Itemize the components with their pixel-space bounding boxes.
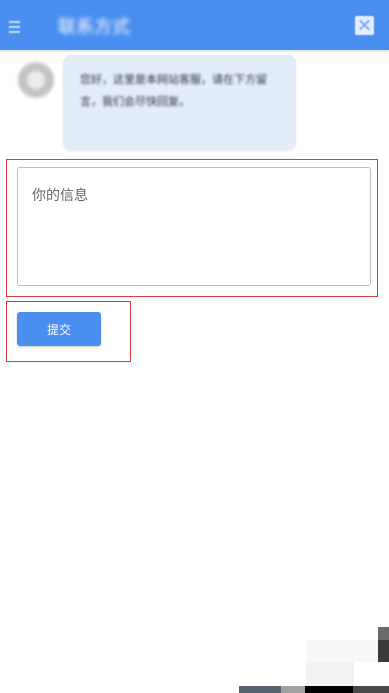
header-title: 联系方式 (58, 17, 130, 38)
app-header: 联系方式 (0, 0, 389, 50)
message-field[interactable] (17, 167, 371, 286)
close-icon[interactable] (355, 16, 374, 35)
menu-icon[interactable] (9, 21, 20, 33)
chat-bubble: 您好，这里是本网站客服，请在下方留言，我们会尽快回复。 (63, 55, 296, 150)
submit-button[interactable]: 提交 (17, 312, 101, 346)
avatar-icon (18, 62, 54, 98)
chat-bubble-text: 您好，这里是本网站客服，请在下方留言，我们会尽快回复。 (80, 73, 267, 108)
